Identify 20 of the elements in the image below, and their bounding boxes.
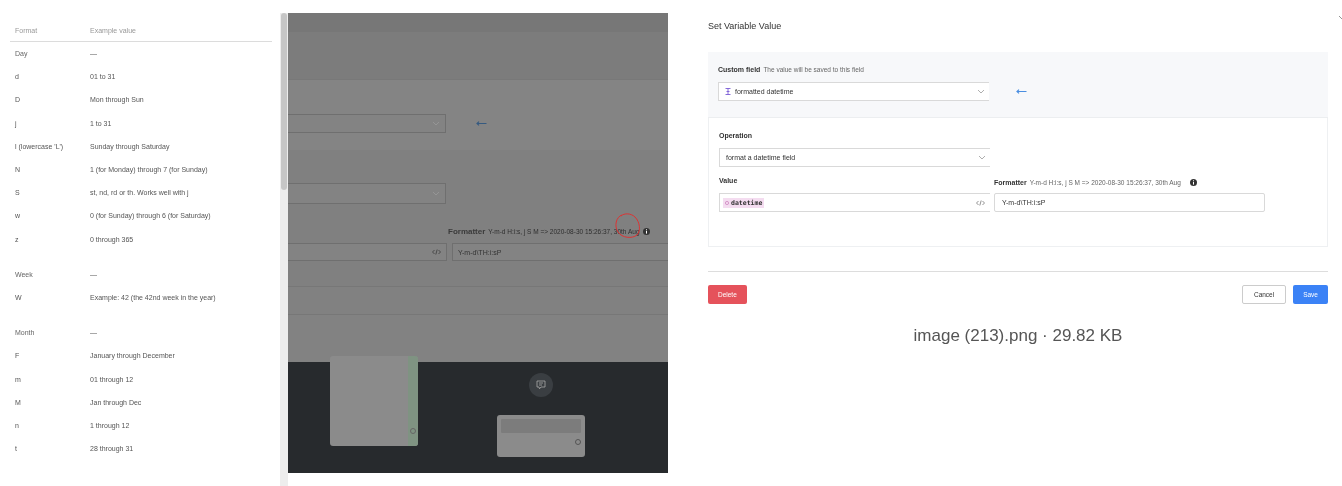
dialog-title: Set Variable Value bbox=[708, 21, 783, 33]
variable-icon bbox=[725, 200, 729, 205]
select-field[interactable] bbox=[288, 114, 446, 133]
field-label: Formatter bbox=[448, 226, 486, 236]
code-icon[interactable] bbox=[976, 199, 985, 206]
value-field[interactable] bbox=[288, 243, 447, 261]
message-node-icon bbox=[529, 373, 553, 397]
chevron-down-icon bbox=[978, 155, 986, 160]
scrollbar[interactable] bbox=[280, 13, 288, 486]
image-caption: image (213).png · 29.82 KB bbox=[912, 326, 1124, 346]
info-icon[interactable] bbox=[1189, 178, 1197, 186]
info-icon[interactable] bbox=[642, 227, 650, 235]
condition-node[interactable] bbox=[330, 356, 418, 446]
code-icon[interactable] bbox=[432, 249, 441, 255]
left-arrow-icon bbox=[1016, 89, 1027, 94]
text-field-icon bbox=[725, 88, 731, 95]
message-node[interactable] bbox=[497, 415, 585, 457]
left-arrow-icon bbox=[476, 121, 487, 126]
select-field[interactable] bbox=[288, 183, 446, 204]
chevron-down-icon bbox=[977, 89, 985, 94]
